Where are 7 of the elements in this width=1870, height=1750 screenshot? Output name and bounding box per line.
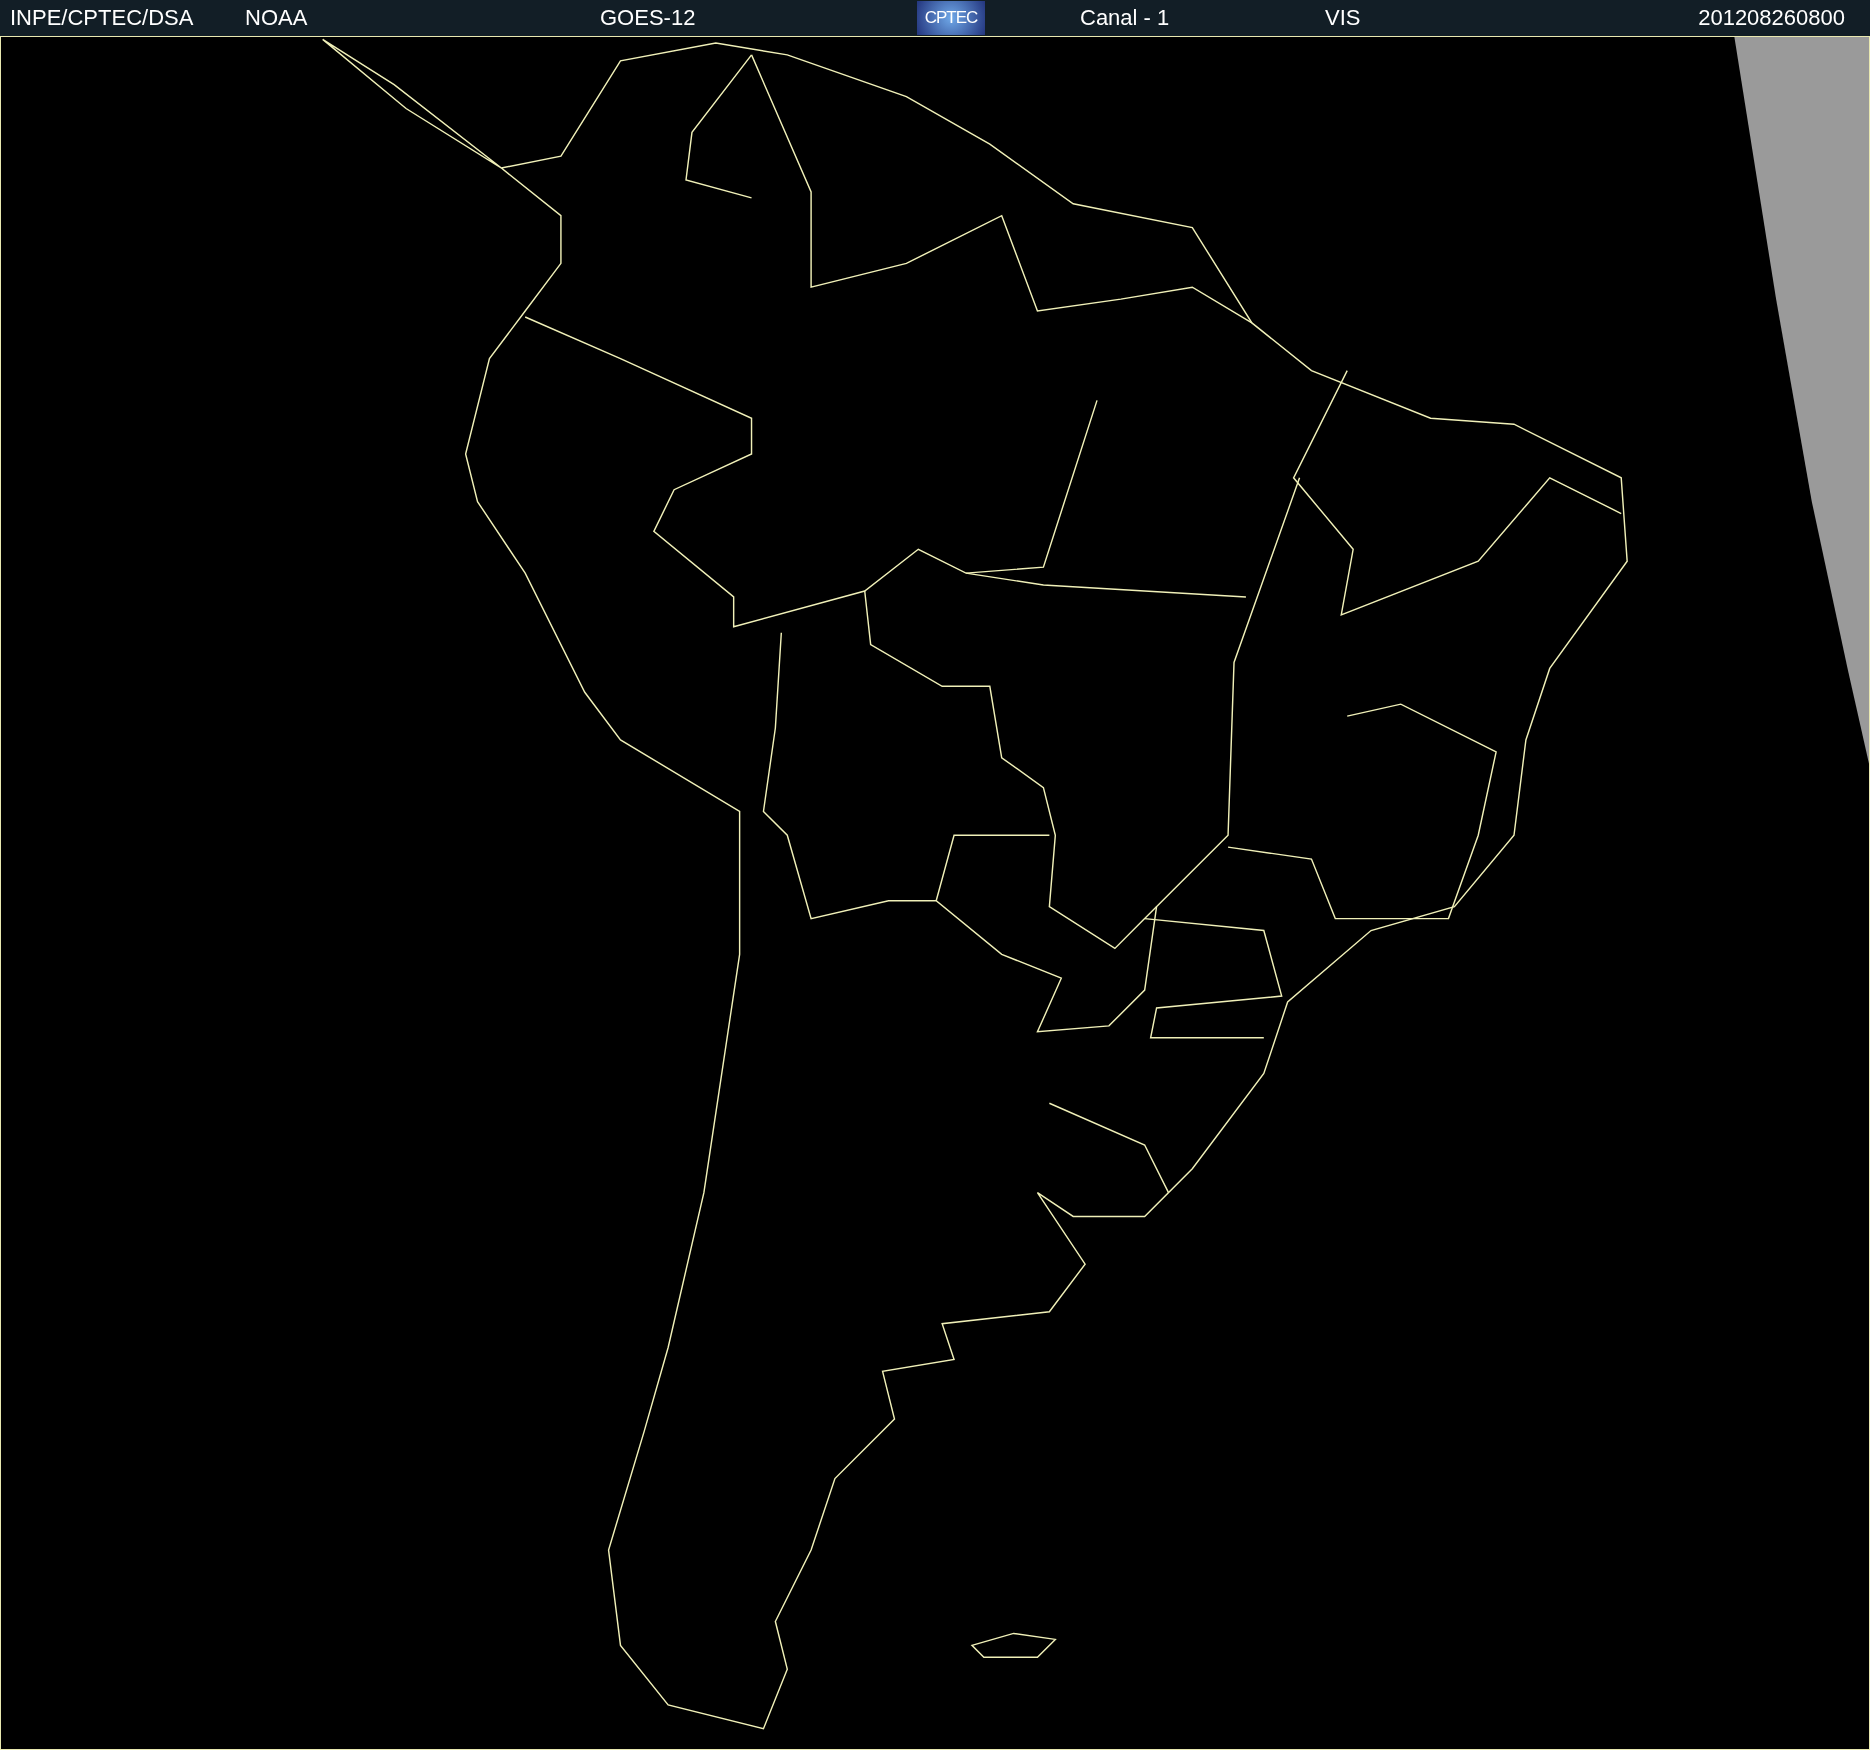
header-label: Canal - 1 [1080, 5, 1170, 31]
header-label: GOES-12 [600, 5, 696, 31]
header-label: NOAA [245, 5, 308, 31]
header-label: 201208260800 [1698, 5, 1845, 31]
header-label: VIS [1325, 5, 1361, 31]
header-label: INPE/CPTEC/DSA [10, 5, 194, 31]
logo: CPTEC [917, 1, 985, 35]
